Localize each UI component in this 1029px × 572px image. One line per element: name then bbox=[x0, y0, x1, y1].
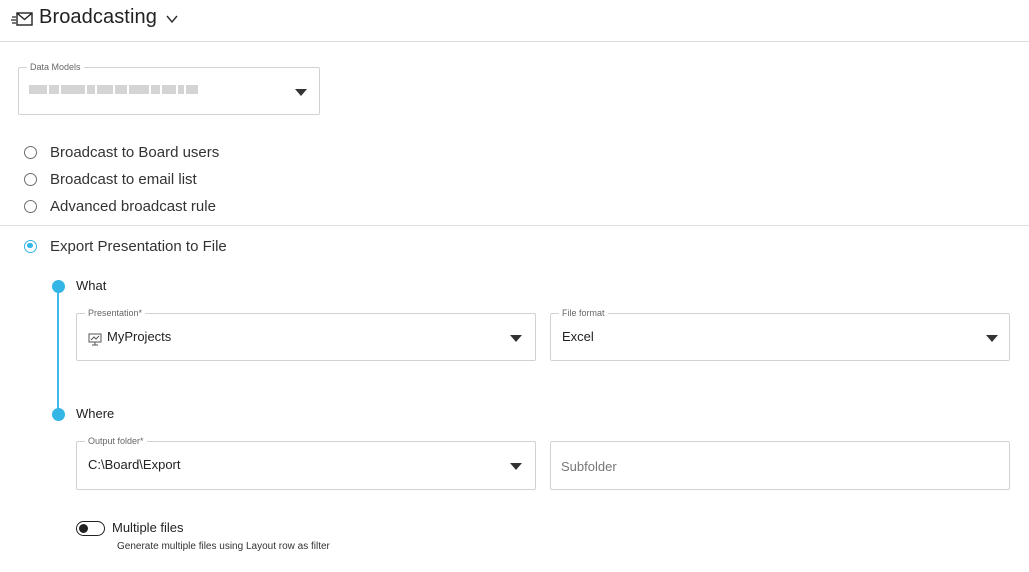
step-where-dot bbox=[52, 408, 65, 421]
file-format-label: File format bbox=[559, 307, 608, 319]
step-what-title: What bbox=[76, 278, 107, 293]
multiple-files-description: Generate multiple files using Layout row… bbox=[117, 541, 330, 552]
multiple-files-label: Multiple files bbox=[112, 520, 184, 535]
radio-broadcast-board-users[interactable]: Broadcast to Board users bbox=[24, 142, 219, 162]
dropdown-caret-icon[interactable] bbox=[295, 89, 307, 96]
stepper-line bbox=[57, 287, 59, 415]
chevron-down-icon[interactable] bbox=[164, 11, 180, 27]
radio-button[interactable] bbox=[24, 172, 37, 186]
dropdown-caret-icon[interactable] bbox=[510, 463, 522, 470]
radio-label: Export Presentation to File bbox=[50, 237, 227, 255]
presentation-value: MyProjects bbox=[107, 329, 172, 344]
presentation-select[interactable]: Presentation* MyProjects bbox=[76, 307, 536, 361]
output-folder-label: Output folder* bbox=[85, 435, 147, 447]
dropdown-caret-icon[interactable] bbox=[986, 335, 998, 342]
subfolder-input[interactable]: Subfolder bbox=[550, 441, 1010, 490]
data-models-select[interactable]: Data Models bbox=[18, 61, 320, 115]
radio-button[interactable] bbox=[24, 199, 37, 213]
radio-advanced-broadcast-rule[interactable]: Advanced broadcast rule bbox=[24, 196, 216, 216]
radio-button-selected[interactable] bbox=[24, 239, 37, 253]
divider bbox=[0, 225, 1029, 226]
dropdown-caret-icon[interactable] bbox=[510, 335, 522, 342]
radio-button[interactable] bbox=[24, 145, 37, 159]
toggle-knob bbox=[79, 523, 88, 533]
output-folder-value: C:\Board\Export bbox=[88, 457, 181, 472]
step-where-title: Where bbox=[76, 406, 115, 421]
step-what-dot bbox=[52, 280, 65, 293]
envelope-icon bbox=[11, 12, 33, 26]
output-folder-select[interactable]: Output folder* C:\Board\Export bbox=[76, 435, 536, 490]
presentation-label: Presentation* bbox=[85, 307, 146, 319]
subfolder-placeholder: Subfolder bbox=[561, 459, 617, 474]
presentation-icon bbox=[88, 333, 102, 346]
data-models-label: Data Models bbox=[27, 61, 84, 73]
file-format-value: Excel bbox=[562, 329, 594, 344]
radio-label: Broadcast to email list bbox=[50, 170, 197, 188]
multiple-files-toggle[interactable] bbox=[76, 521, 105, 536]
data-models-value-obscured bbox=[29, 85, 198, 94]
page-title[interactable]: Broadcasting bbox=[39, 6, 157, 29]
radio-label: Advanced broadcast rule bbox=[50, 197, 216, 215]
page-header: Broadcasting bbox=[0, 0, 1029, 42]
file-format-select[interactable]: File format Excel bbox=[550, 307, 1010, 361]
radio-export-presentation-to-file[interactable]: Export Presentation to File bbox=[24, 236, 227, 256]
radio-broadcast-email-list[interactable]: Broadcast to email list bbox=[24, 169, 197, 189]
radio-label: Broadcast to Board users bbox=[50, 143, 220, 161]
